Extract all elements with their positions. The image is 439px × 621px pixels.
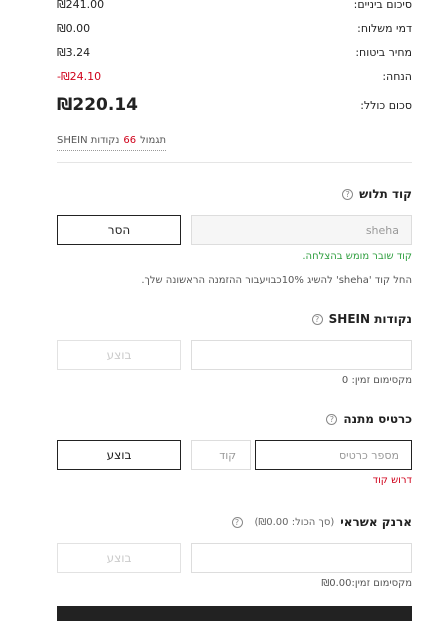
apply-points-button[interactable]: בוצע: [57, 340, 181, 370]
gift-card-title-text: כרטיס מתנה: [343, 412, 412, 426]
coupon-success-message: קוד שובר מומש בהצלחה.: [302, 251, 412, 262]
apply-wallet-button[interactable]: בוצע: [57, 543, 181, 573]
total-value: ₪220.14: [57, 95, 138, 115]
gift-card-title: כרטיס מתנה ?: [326, 412, 412, 426]
insurance-label: מחיר ביטוח:: [355, 46, 412, 59]
points-input[interactable]: [191, 340, 412, 370]
subtotal-label: סיכום ביניים:: [353, 0, 412, 11]
wallet-total-hint: (סך הכול: ₪0.00): [254, 516, 335, 528]
help-icon[interactable]: ?: [326, 413, 338, 425]
discount-label: הנחה:: [382, 70, 412, 83]
insurance-row: מחיר ביטוח: ₪3.24: [57, 46, 412, 59]
reward-suffix: נקודות SHEIN: [57, 135, 120, 146]
coupon-title: קוד תלוש ?: [342, 187, 412, 201]
points-title-text: נקודות SHEIN: [328, 312, 412, 326]
wallet-title: ארנק אשראי (סך הכול: ₪0.00) ?: [231, 515, 412, 529]
wallet-input[interactable]: [191, 543, 412, 573]
coupon-input-value: sheha: [365, 223, 399, 237]
place-order-button[interactable]: [57, 606, 412, 621]
coupon-info-text: החל קוד 'sheha' להשיג 10%כבויעבור ההזמנה…: [141, 275, 412, 286]
apply-gift-card-button[interactable]: בוצע: [57, 440, 181, 470]
shipping-row: דמי משלוח: ₪0.00: [57, 22, 412, 35]
points-title: נקודות SHEIN ?: [311, 312, 412, 326]
total-row: סכום כולל: ₪220.14: [57, 95, 412, 115]
gift-card-error: דרוש קוד: [372, 475, 412, 486]
gift-card-pin-input[interactable]: קוד: [191, 440, 251, 470]
subtotal-row: סיכום ביניים: ₪241.00: [57, 0, 412, 11]
discount-row: הנחה: -₪24.10: [57, 70, 412, 83]
help-icon[interactable]: ?: [342, 188, 354, 200]
help-icon[interactable]: ?: [231, 516, 243, 528]
gift-card-number-placeholder: מספר כרטיס: [339, 448, 399, 462]
subtotal-value: ₪241.00: [57, 0, 105, 11]
reward-points-count: 66: [123, 135, 137, 146]
help-icon[interactable]: ?: [311, 313, 323, 325]
shipping-value: ₪0.00: [57, 22, 91, 35]
remove-coupon-button[interactable]: הסר: [57, 215, 181, 245]
reward-prefix: תגמול: [140, 135, 167, 146]
coupon-input[interactable]: sheha: [191, 215, 412, 245]
coupon-title-text: קוד תלוש: [359, 187, 412, 201]
wallet-max-text: מקסימום זמין:₪0.00: [321, 578, 412, 589]
total-label: סכום כולל:: [360, 98, 412, 112]
insurance-value: ₪3.24: [57, 46, 91, 59]
shipping-label: דמי משלוח:: [357, 22, 412, 35]
gift-card-number-input[interactable]: מספר כרטיס: [255, 440, 412, 470]
discount-value: -₪24.10: [57, 70, 102, 83]
divider: [57, 162, 412, 163]
reward-points[interactable]: תגמול 66 נקודות SHEIN: [57, 131, 167, 151]
points-max-text: מקסימום זמין: 0: [341, 375, 412, 386]
wallet-title-text: ארנק אשראי: [340, 515, 412, 529]
gift-card-pin-placeholder: קוד: [219, 448, 236, 462]
